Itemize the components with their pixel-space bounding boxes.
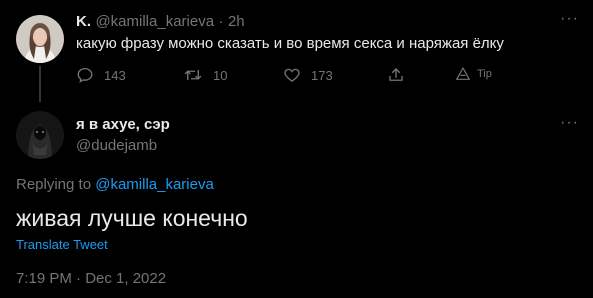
retweet-action[interactable]: 10	[183, 66, 227, 84]
replying-to: Replying to @kamilla_karieva	[16, 176, 214, 193]
parent-time[interactable]: 2h	[228, 13, 245, 30]
reply-handle[interactable]: @dudejamb	[76, 137, 157, 154]
parent-more-icon[interactable]: ···	[560, 10, 579, 28]
tip-label: Tip	[477, 68, 492, 80]
share-action[interactable]	[387, 66, 405, 84]
tip-action[interactable]: Tip	[455, 66, 492, 82]
reply-more-icon[interactable]: ···	[560, 114, 579, 132]
parent-name[interactable]: K.	[76, 13, 91, 30]
reply-count: 143	[104, 67, 126, 83]
retweet-icon	[184, 69, 202, 81]
like-action[interactable]: 173	[283, 66, 333, 84]
parent-avatar[interactable]	[16, 15, 64, 63]
reply-name[interactable]: я в ахуе, сэр	[76, 116, 170, 133]
reply-avatar[interactable]	[16, 111, 64, 159]
replying-prefix: Replying to	[16, 176, 92, 193]
reply-icon	[77, 67, 93, 83]
translate-tweet-link[interactable]: Translate Tweet	[16, 237, 108, 252]
retweet-count: 10	[213, 67, 228, 83]
parent-tweet-text: какую фразу можно сказать и во время сек…	[76, 35, 504, 52]
parent-separator: ·	[218, 13, 224, 30]
parent-handle[interactable]: @kamilla_karieva	[95, 13, 214, 30]
reply-timestamp[interactable]: 7:19 PM · Dec 1, 2022	[16, 270, 166, 287]
like-count: 173	[311, 67, 333, 83]
share-icon	[389, 68, 403, 81]
thread-connector	[39, 66, 41, 102]
heart-icon	[284, 68, 300, 82]
tip-icon	[456, 67, 470, 80]
replying-to-handle[interactable]: @kamilla_karieva	[95, 176, 214, 193]
parent-header: K. @kamilla_karieva · 2h	[76, 13, 245, 31]
reply-action[interactable]: 143	[76, 66, 126, 84]
reply-tweet-text: живая лучше конечно	[16, 205, 248, 231]
